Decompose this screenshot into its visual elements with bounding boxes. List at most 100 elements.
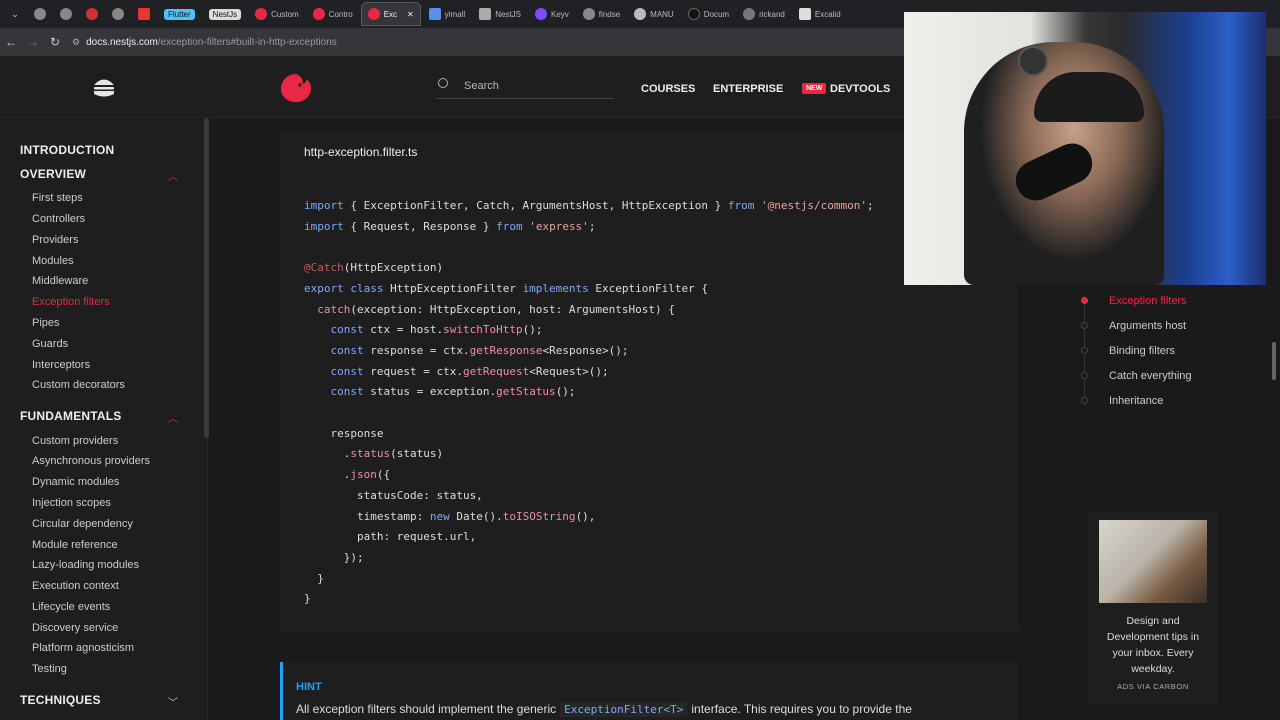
tab-label: Custom (271, 9, 299, 19)
hint-text-before: All exception filters should implement t… (296, 702, 557, 716)
sidebar-item-discovery-service[interactable]: Discovery service (32, 622, 118, 634)
tab-search-icon[interactable]: ⌄ (4, 9, 26, 20)
sidebar-item-lazy-loading-modules[interactable]: Lazy-loading modules (32, 559, 139, 571)
browser-tab[interactable]: Keyv (529, 2, 575, 26)
browser-tab[interactable]: Custom (249, 2, 305, 26)
browser-tab[interactable]: Docum (682, 2, 735, 26)
sidebar-section-techniques[interactable]: TECHNIQUES (20, 693, 101, 707)
search-input[interactable]: Search (464, 80, 499, 92)
sidebar-item-asynchronous-providers[interactable]: Asynchronous providers (32, 455, 150, 467)
toc-item-binding-filters[interactable]: Binding filters (1109, 345, 1175, 357)
new-badge: NEW (802, 83, 827, 94)
tab-label: Docum (703, 9, 730, 19)
browser-tab[interactable]: yimall (423, 2, 471, 26)
sidebar-item-exception-filters[interactable]: Exception filters (32, 296, 110, 308)
tab-label: Contro (328, 9, 353, 19)
tab-label: MANU (650, 9, 674, 19)
browser-tab[interactable]: Flutter (158, 2, 201, 26)
site-info-icon[interactable]: ⚙ (72, 37, 80, 48)
browser-tab[interactable] (106, 2, 130, 26)
site-icon (86, 8, 98, 20)
nav-courses[interactable]: COURSES (641, 83, 695, 95)
tab-label: NestJS (495, 9, 521, 19)
browser-tab[interactable]: rickand (737, 2, 791, 26)
sidebar-item-testing[interactable]: Testing (32, 663, 67, 675)
excalidraw-icon (798, 8, 811, 20)
url-path: /exception-filters#built-in-http-excepti… (157, 36, 337, 48)
sidebar-item-injection-scopes[interactable]: Injection scopes (32, 497, 111, 509)
tab-label: findse (598, 9, 621, 19)
sidebar-item-custom-decorators[interactable]: Custom decorators (32, 379, 125, 391)
toc-item-catch-everything[interactable]: Catch everything (1109, 370, 1192, 382)
ad-text[interactable]: Design and Development tips in your inbo… (1096, 613, 1210, 677)
chevron-up-icon[interactable]: ︿ (168, 410, 178, 425)
sidebar-item-execution-context[interactable]: Execution context (32, 580, 119, 592)
sidebar-item-middleware[interactable]: Middleware (32, 275, 88, 287)
browser-tab[interactable] (54, 2, 78, 26)
code-filename: http-exception.filter.ts (304, 145, 418, 159)
back-icon[interactable]: ← (0, 35, 22, 49)
sidebar-item-circular-dependency[interactable]: Circular dependency (32, 518, 133, 530)
tab-label: rickand (759, 9, 785, 19)
toc-item-inheritance[interactable]: Inheritance (1109, 395, 1163, 407)
browser-tab[interactable]: MANU (628, 2, 680, 26)
sidebar-section-fundamentals[interactable]: FUNDAMENTALS (20, 409, 122, 423)
browser-tab-active[interactable]: Exc ✕ (360, 2, 421, 26)
browser-tab[interactable] (28, 2, 52, 26)
close-icon[interactable]: ✕ (407, 10, 414, 19)
menu-burger-icon[interactable] (92, 76, 116, 98)
sidebar-item-interceptors[interactable]: Interceptors (32, 359, 90, 371)
toc-item-exception-filters[interactable]: Exception filters (1109, 295, 1187, 307)
chevron-down-icon[interactable]: ﹀ (168, 694, 178, 709)
tab-group-nestjs: NestJs (208, 8, 242, 20)
tab-label: Keyv (551, 9, 569, 19)
hint-code: ExceptionFilter<T> (560, 702, 688, 717)
tab-label: Excalid (814, 9, 841, 19)
toc-dot (1081, 397, 1088, 404)
sidebar-item-lifecycle-events[interactable]: Lifecycle events (32, 601, 110, 613)
browser-tab[interactable]: findse (577, 2, 626, 26)
forward-icon[interactable]: → (22, 35, 44, 49)
chevron-up-icon[interactable]: ︿ (168, 168, 178, 183)
ad-via-carbon[interactable]: ADS VIA CARBON (1096, 682, 1210, 691)
toc-item-arguments-host[interactable]: Arguments host (1109, 320, 1186, 332)
sidebar-item-providers[interactable]: Providers (32, 234, 78, 246)
nestjs-logo-icon[interactable] (278, 72, 314, 104)
browser-tab[interactable] (80, 2, 104, 26)
github-icon (112, 8, 124, 20)
sidebar-section-overview[interactable]: OVERVIEW (20, 167, 86, 181)
hint-text-after: interface. This requires you to provide … (691, 702, 912, 716)
nav-enterprise[interactable]: ENTERPRISE (713, 83, 783, 95)
hint-text: All exception filters should implement t… (296, 702, 912, 717)
search-icon[interactable] (438, 78, 448, 88)
sidebar-item-pipes[interactable]: Pipes (32, 317, 60, 329)
nav-devtools[interactable]: DEVTOOLS (830, 83, 890, 95)
site-icon (743, 8, 756, 20)
site-icon (687, 8, 700, 20)
nestjs-icon (255, 8, 268, 20)
sidebar-item-first-steps[interactable]: First steps (32, 192, 83, 204)
browser-tab[interactable]: Contro (307, 2, 359, 26)
sidebar-item-controllers[interactable]: Controllers (32, 213, 85, 225)
browser-tab[interactable]: NestJS (473, 2, 527, 26)
site-icon (535, 8, 547, 20)
sidebar-item-module-reference[interactable]: Module reference (32, 539, 118, 551)
sidebar-item-platform-agnosticism[interactable]: Platform agnosticism (32, 642, 134, 654)
browser-tab[interactable]: NestJs (203, 2, 247, 26)
ad-image[interactable] (1099, 520, 1207, 603)
sidebar-item-dynamic-modules[interactable]: Dynamic modules (32, 476, 119, 488)
sidebar-item-custom-providers[interactable]: Custom providers (32, 435, 118, 447)
reload-icon[interactable]: ↻ (44, 35, 66, 49)
site-icon (479, 8, 492, 20)
page-scrollbar[interactable] (1272, 342, 1276, 380)
toc-dot (1081, 372, 1088, 379)
browser-tab[interactable]: Excalid (793, 2, 847, 26)
nestjs-icon (367, 8, 380, 20)
sidebar-item-modules[interactable]: Modules (32, 255, 74, 267)
browser-tab[interactable] (132, 2, 156, 26)
sidebar-section-introduction[interactable]: INTRODUCTION (20, 143, 114, 157)
sidebar-item-guards[interactable]: Guards (32, 338, 68, 350)
search-underline (436, 98, 614, 99)
site-icon (138, 8, 150, 20)
url-field[interactable]: ⚙ docs.nestjs.com/exception-filters#buil… (72, 37, 337, 48)
